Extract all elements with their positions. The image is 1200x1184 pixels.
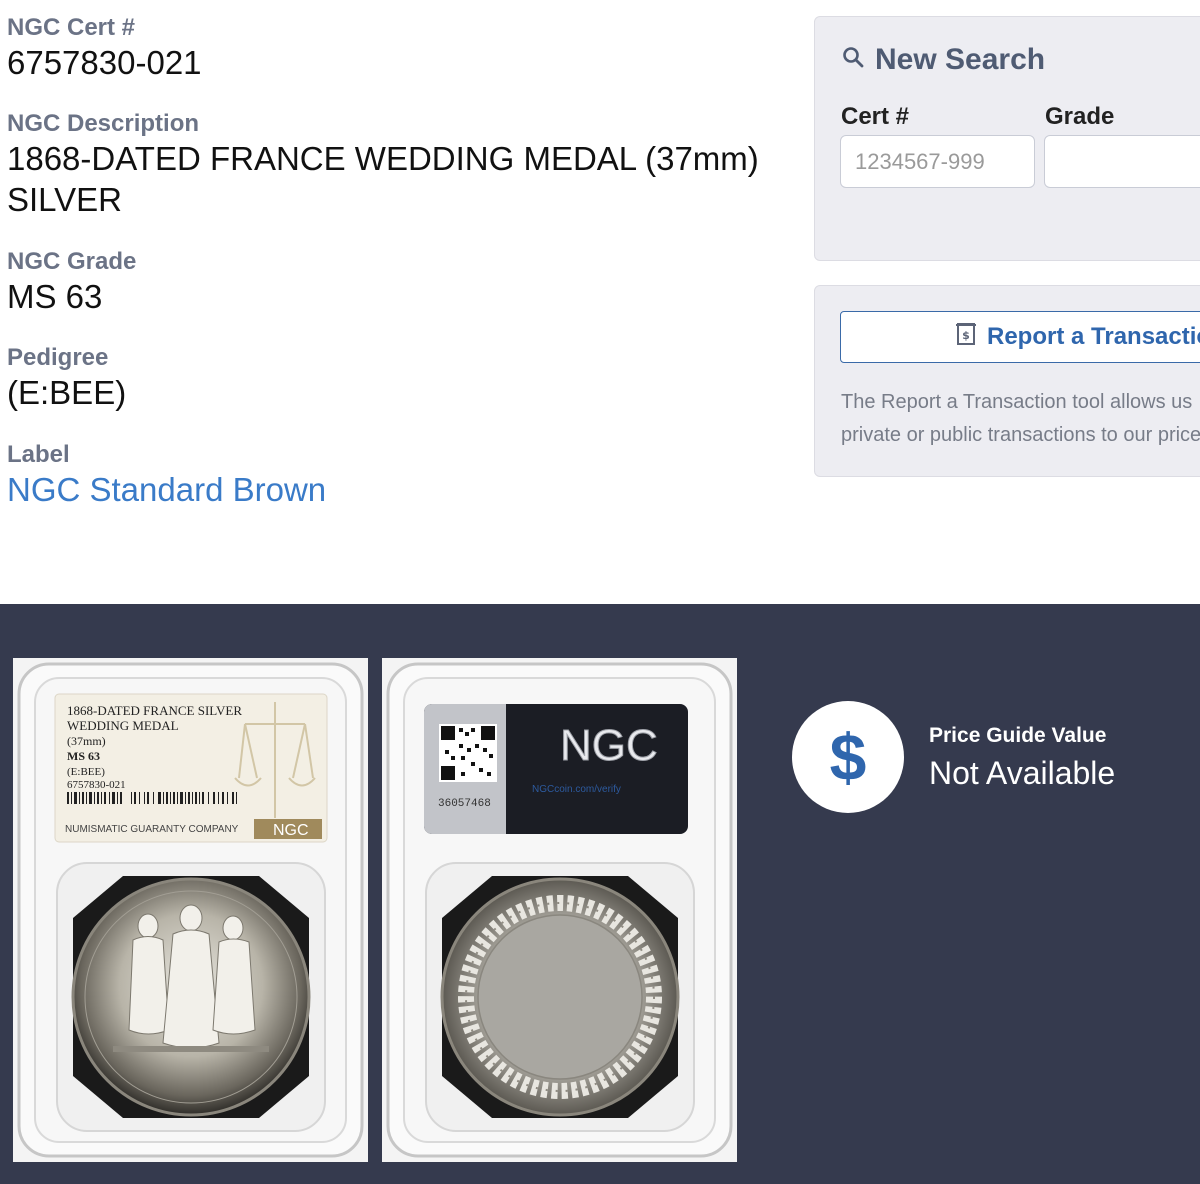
pedigree-field: Pedigree (E:BEE) [7,344,126,413]
dollar-icon: $ [792,701,904,813]
slab-label-pedigree: (E:BEE) [67,766,105,778]
slab-back-brand: NGC [560,721,658,770]
cert-value: 6757830-021 [7,44,202,81]
search-icon [841,43,865,77]
dollar-glyph: $ [829,720,867,794]
slab-label-line: 1868-DATED FRANCE SILVER [67,703,242,718]
slab-serial: 36057468 [438,798,491,810]
label-field: Label NGC Standard Brown [7,441,326,510]
cert-field: NGC Cert # 6757830-021 [7,14,202,83]
new-search-card: New Search Cert # Grade [814,16,1200,261]
slab-reverse-drawing: 36057468 NGC NGCcoin.com/verify [382,658,737,1162]
images-price-section: 1868-DATED FRANCE SILVER WEDDING MEDAL (… [0,604,1200,1184]
report-description: The Report a Transaction tool allows us … [841,386,1200,452]
description-value: 1868-DATED FRANCE WEDDING MEDAL (37mm) S… [7,140,759,218]
slab-label-grade: MS 63 [67,749,100,763]
grade-value: MS 63 [7,278,103,315]
label-link[interactable]: NGC Standard Brown [7,469,326,510]
pedigree-label: Pedigree [7,344,109,371]
svg-text:$: $ [962,329,970,342]
report-transaction-button[interactable]: $ Report a Transaction [840,311,1200,363]
new-search-label: New Search [875,43,1046,76]
slab-company: NUMISMATIC GUARANTY COMPANY [65,824,239,835]
cert-input-label: Cert # [841,103,910,130]
slab-brand: NGC [273,822,309,839]
report-transaction-card: $ Report a Transaction The Report a Tran… [814,285,1200,477]
wedding-figures-relief [128,904,256,1049]
slab-verify-url: NGCcoin.com/verify [532,784,621,795]
slab-obverse-drawing: 1868-DATED FRANCE SILVER WEDDING MEDAL (… [13,658,368,1162]
new-search-title: New Search [841,43,1045,77]
receipt-icon: $ [955,322,977,353]
slab-obverse-image[interactable]: 1868-DATED FRANCE SILVER WEDDING MEDAL (… [13,658,368,1162]
cert-input[interactable] [840,135,1035,188]
label-label: Label [7,441,70,468]
qr-code-icon [439,724,497,782]
price-guide-label: Price Guide Value [929,724,1107,747]
slab-reverse-image[interactable]: 36057468 NGC NGCcoin.com/verify [382,658,737,1162]
slab-label-line: WEDDING MEDAL [67,718,179,733]
slab-label-line: (37mm) [67,734,106,748]
grade-input-label: Grade [1045,103,1115,130]
report-description-line: private or public transactions to our pr… [841,424,1200,446]
description-field: NGC Description 1868-DATED FRANCE WEDDIN… [7,110,797,220]
grade-label: NGC Grade [7,248,137,275]
report-transaction-label: Report a Transaction [987,323,1200,350]
cert-label: NGC Cert # [7,14,136,41]
price-guide-value: Not Available [929,755,1116,791]
report-description-line: The Report a Transaction tool allows us [841,391,1193,413]
grade-input[interactable] [1044,135,1200,188]
pedigree-value: (E:BEE) [7,374,127,411]
slab-label-cert: 6757830-021 [67,779,126,791]
description-label: NGC Description [7,110,200,137]
grade-field: NGC Grade MS 63 [7,248,136,317]
